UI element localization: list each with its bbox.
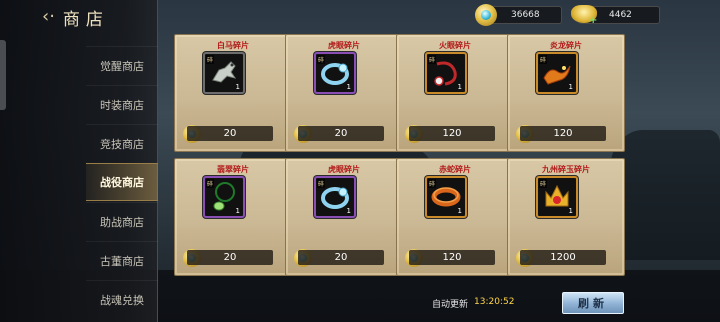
item-icon-frame: 碎 1: [203, 176, 245, 218]
currency-bar: 36668 + 4462: [475, 4, 660, 26]
gold-amount: 4462: [609, 10, 632, 20]
item-count: 1: [568, 83, 573, 91]
item-price: 20: [298, 126, 384, 141]
shop-item-card[interactable]: 白马碎片 碎 1 20: [174, 34, 292, 152]
gem-amount: 36668: [511, 10, 540, 20]
item-count: 1: [457, 83, 462, 91]
sidebar-item-campaign-shop[interactable]: 战役商店: [86, 163, 158, 201]
item-icon-frame: 碎 1: [536, 176, 578, 218]
item-price: 20: [187, 250, 273, 265]
item-name: 虎眼碎片: [328, 41, 360, 50]
sidebar-item-awakening-shop[interactable]: 觉醒商店: [86, 46, 158, 84]
sidebar-item-support-shop[interactable]: 助战商店: [86, 202, 158, 240]
item-icon-frame: 碎 1: [203, 52, 245, 94]
item-count: 1: [346, 83, 351, 91]
shop-item-card[interactable]: 九州碎玉碎片 碎 1 1200: [507, 158, 625, 276]
item-icon-frame: 碎 1: [425, 176, 467, 218]
background-ship: [610, 130, 720, 260]
gold-currency[interactable]: + 4462: [571, 5, 660, 26]
item-price: 20: [298, 250, 384, 265]
gem-coin-icon: [475, 4, 497, 26]
item-price: 1200: [520, 250, 606, 265]
sidebar-item-arena-shop[interactable]: 竞技商店: [86, 124, 158, 162]
shop-item-card[interactable]: 赤蛇碎片 碎 1 120: [396, 158, 514, 276]
item-price: 20: [187, 126, 273, 141]
item-icon-frame: 碎 1: [314, 52, 356, 94]
item-price: 120: [409, 126, 495, 141]
item-name: 翡翠碎片: [217, 165, 249, 174]
item-count: 1: [235, 207, 240, 215]
plus-icon[interactable]: +: [589, 15, 597, 26]
shop-item-card[interactable]: 火眼碎片 碎 1 120: [396, 34, 514, 152]
gem-currency: 36668: [475, 4, 562, 26]
item-icon-frame: 碎 1: [536, 52, 578, 94]
sidebar-item-antique-shop[interactable]: 古董商店: [86, 241, 158, 279]
auto-refresh-label: 自动更新: [432, 300, 469, 310]
shop-item-card[interactable]: 虎眼碎片 碎 1 20: [285, 34, 403, 152]
item-name: 赤蛇碎片: [439, 165, 471, 174]
shop-sidebar: ‹· 商店 觉醒商店 时装商店 竞技商店 战役商店 助战商店 古董商店 战魂兑换: [0, 0, 158, 322]
item-price: 120: [520, 126, 606, 141]
item-count: 1: [235, 83, 240, 91]
item-name: 炎龙碎片: [550, 41, 582, 50]
item-name: 虎眼碎片: [328, 165, 360, 174]
shop-item-card[interactable]: 炎龙碎片 碎 1 120: [507, 34, 625, 152]
item-name: 白马碎片: [217, 41, 249, 50]
item-icon-frame: 碎 1: [314, 176, 356, 218]
back-arrow-icon[interactable]: ‹·: [42, 8, 55, 26]
item-count: 1: [568, 207, 573, 215]
back-button[interactable]: ‹· 商店: [42, 4, 152, 30]
side-drawer-handle[interactable]: [0, 40, 6, 110]
item-name: 火眼碎片: [439, 41, 471, 50]
auto-refresh-time: 13:20:52: [474, 297, 515, 307]
item-count: 1: [346, 207, 351, 215]
shop-item-card[interactable]: 虎眼碎片 碎 1 20: [285, 158, 403, 276]
item-price: 120: [409, 250, 495, 265]
shop-item-card[interactable]: 翡翠碎片 碎 1 20: [174, 158, 292, 276]
item-icon-frame: 碎 1: [425, 52, 467, 94]
sidebar-item-fashion-shop[interactable]: 时装商店: [86, 85, 158, 123]
item-name: 九州碎玉碎片: [542, 165, 590, 174]
sidebar-item-warsoul-exchange[interactable]: 战魂兑换: [86, 280, 158, 318]
item-count: 1: [457, 207, 462, 215]
refresh-button[interactable]: 刷新: [562, 292, 624, 314]
page-title: 商店: [62, 9, 109, 30]
